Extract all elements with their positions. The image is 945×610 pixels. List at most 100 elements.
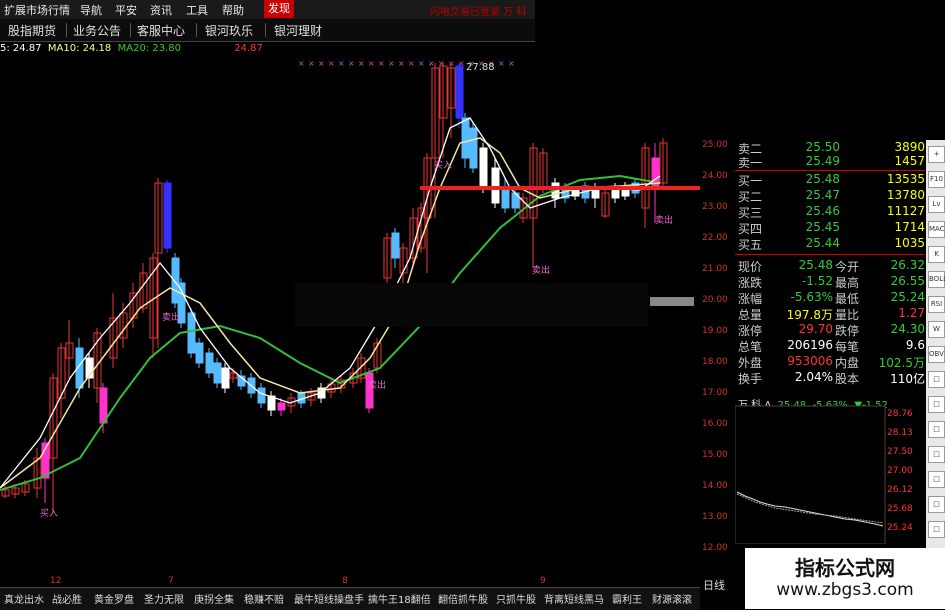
stat-value: 25.24 [890, 290, 925, 304]
stat-label: 外盘 [738, 356, 763, 370]
stat-value: 24.30 [890, 322, 925, 336]
indicator-tab[interactable]: 稳赚不赔 [244, 591, 284, 606]
toolbar-icon[interactable]: □ [928, 446, 945, 463]
stat-label: 今开 [835, 260, 860, 274]
subnav-divider [130, 23, 131, 37]
toolbar-icon[interactable]: K [928, 246, 945, 263]
candle-body [163, 182, 172, 249]
y-tick-label: 22.00 [702, 233, 728, 243]
indicator-tab[interactable]: 背离短线黑马 [544, 591, 604, 606]
stat-value: 102.5万 [878, 356, 925, 370]
toolbar-icon[interactable]: RSI [928, 296, 945, 313]
buy4-row: 买四 25.45 1714 [735, 220, 945, 236]
mini-y-tick: 28.76 [887, 409, 913, 419]
candle-body [213, 362, 222, 384]
subnav-divider [196, 23, 197, 37]
stat-row: 外盘 953006 内盘 102.5万 [735, 354, 945, 370]
toolbar-icon[interactable]: □ [928, 471, 945, 488]
candle-body [257, 387, 266, 404]
signal-marker: × [338, 59, 345, 68]
toolbar-icon[interactable]: BOLL [928, 271, 945, 288]
menu-tools[interactable]: 工具 [186, 2, 208, 18]
indicator-tab[interactable]: 黄金罗盘 [94, 591, 134, 606]
price-axis: 25.00 24.00 23.00 22.00 21.00 20.00 19.00 18.00… [700, 140, 735, 580]
stat-label: 内盘 [835, 356, 860, 370]
subnav-index-futures[interactable]: 股指期货 [8, 22, 56, 39]
y-tick-label: 17.00 [702, 388, 728, 398]
indicator-tab[interactable]: 庚拐全集 [194, 591, 234, 606]
sell1-volume: 1457 [894, 154, 925, 168]
menu-pingan[interactable]: 平安 [115, 2, 137, 18]
candle-body [501, 187, 510, 209]
indicator-tab[interactable]: 翻倍抓牛股 [438, 591, 488, 606]
subnav-announcements[interactable]: 业务公告 [73, 22, 121, 39]
toolbar-icon[interactable]: □ [928, 421, 945, 438]
stat-row: 涨跌 -1.52 最高 26.55 [735, 274, 945, 290]
stat-label: 涨幅 [738, 292, 763, 306]
stat-row: 总笔 206196 每笔 9.6 [735, 338, 945, 354]
ma5-value: 5: 24.87 [0, 43, 42, 54]
indicator-tab[interactable]: 战必胜 [52, 591, 82, 606]
mini-frame [735, 405, 886, 544]
indicator-tab[interactable]: 圣力无限 [144, 591, 184, 606]
menu-bar: 扩展市场行情 导航 平安 资讯 工具 帮助 发现 闪电交易已登录 万 科 [0, 0, 535, 20]
price-marker [650, 297, 694, 306]
menu-news[interactable]: 资讯 [150, 2, 172, 18]
menu-discover[interactable]: 发现 [264, 0, 294, 18]
indicator-tab[interactable]: 真龙出水 [4, 591, 44, 606]
indicator-tab[interactable]: 只抓牛股 [496, 591, 536, 606]
buy-label: 买入 [40, 508, 58, 519]
signal-marker: × [318, 59, 325, 68]
y-tick-label: 18.00 [702, 357, 728, 367]
indicator-tabs: 真龙出水 战必胜 黄金罗盘 圣力无限 庚拐全集 稳赚不赔 最牛短线操盘手 擒牛王18翻倍 翻倍抓… [0, 587, 700, 610]
y-tick-label: 16.00 [702, 419, 728, 429]
toolbar-icon[interactable]: □ [928, 521, 945, 538]
signal-marker: × [348, 59, 355, 68]
toolbar-icon[interactable]: F10 [928, 171, 945, 188]
toolbar-icon[interactable]: MACD [928, 221, 945, 238]
menu-help[interactable]: 帮助 [222, 2, 244, 18]
menu-extended-market[interactable]: 扩展市场行情 [4, 2, 70, 18]
buy3-label: 买三 [738, 206, 763, 220]
subnav-yinhe-finance[interactable]: 银河理财 [274, 22, 322, 39]
mini-chart: 28.76 28.13 27.50 27.00 26.12 25.68 25.24 [735, 405, 913, 544]
buy3-volume: 11127 [886, 204, 925, 218]
toolbar-icon[interactable]: W [928, 321, 945, 338]
indicator-tab[interactable]: 霸利王 [612, 591, 642, 606]
x-label: 7 [168, 576, 174, 586]
mini-y-tick: 25.24 [887, 523, 913, 533]
indicator-tab[interactable]: 擒牛王18翻倍 [368, 591, 431, 606]
toolbar-icon[interactable]: □ [928, 496, 945, 513]
stat-label: 总笔 [738, 340, 763, 354]
toolbar-icon[interactable]: □ [928, 371, 945, 388]
mini-y-tick: 28.13 [887, 428, 913, 438]
indicator-tab[interactable]: 最牛短线操盘手 [294, 591, 364, 606]
y-tick-label: 19.00 [702, 326, 728, 336]
buy2-price: 25.47 [805, 188, 840, 202]
indicator-tab[interactable]: 财源滚滚 [652, 591, 692, 606]
signal-marker: × [368, 59, 375, 68]
toolbar-icon[interactable]: □ [928, 396, 945, 413]
period-tab-daily[interactable]: 日线 [703, 577, 725, 593]
ma-extra-value: 24.87 [234, 43, 263, 54]
redacted-region [295, 283, 648, 327]
buy2-label: 买二 [738, 190, 763, 204]
stat-value: 953006 [787, 354, 833, 368]
toolbar-icon[interactable]: OBV [928, 346, 945, 363]
signal-marker: × [428, 59, 435, 68]
signal-marker: × [388, 59, 395, 68]
stat-label: 量比 [835, 308, 860, 322]
sell-label: 卖出 [532, 264, 550, 276]
buy5-volume: 1035 [894, 236, 925, 250]
menu-navigate[interactable]: 导航 [80, 2, 102, 18]
quote-divider [735, 254, 925, 255]
sell1-price: 25.49 [805, 154, 840, 168]
candle-body [491, 167, 500, 204]
subnav-service-center[interactable]: 客服中心 [137, 22, 185, 39]
mini-ticks: 28.76 28.13 27.50 27.00 26.12 25.68 25.24 [887, 409, 913, 533]
subnav-yinhe-fun[interactable]: 银河玖乐 [205, 22, 253, 39]
quote-panel: 卖二 25.50 3890 卖一 25.49 1457 买一 25.48 135… [735, 140, 945, 390]
toolbar-icon[interactable]: + [928, 146, 945, 163]
candle-body [221, 367, 230, 389]
toolbar-icon[interactable]: Lv [928, 196, 945, 213]
